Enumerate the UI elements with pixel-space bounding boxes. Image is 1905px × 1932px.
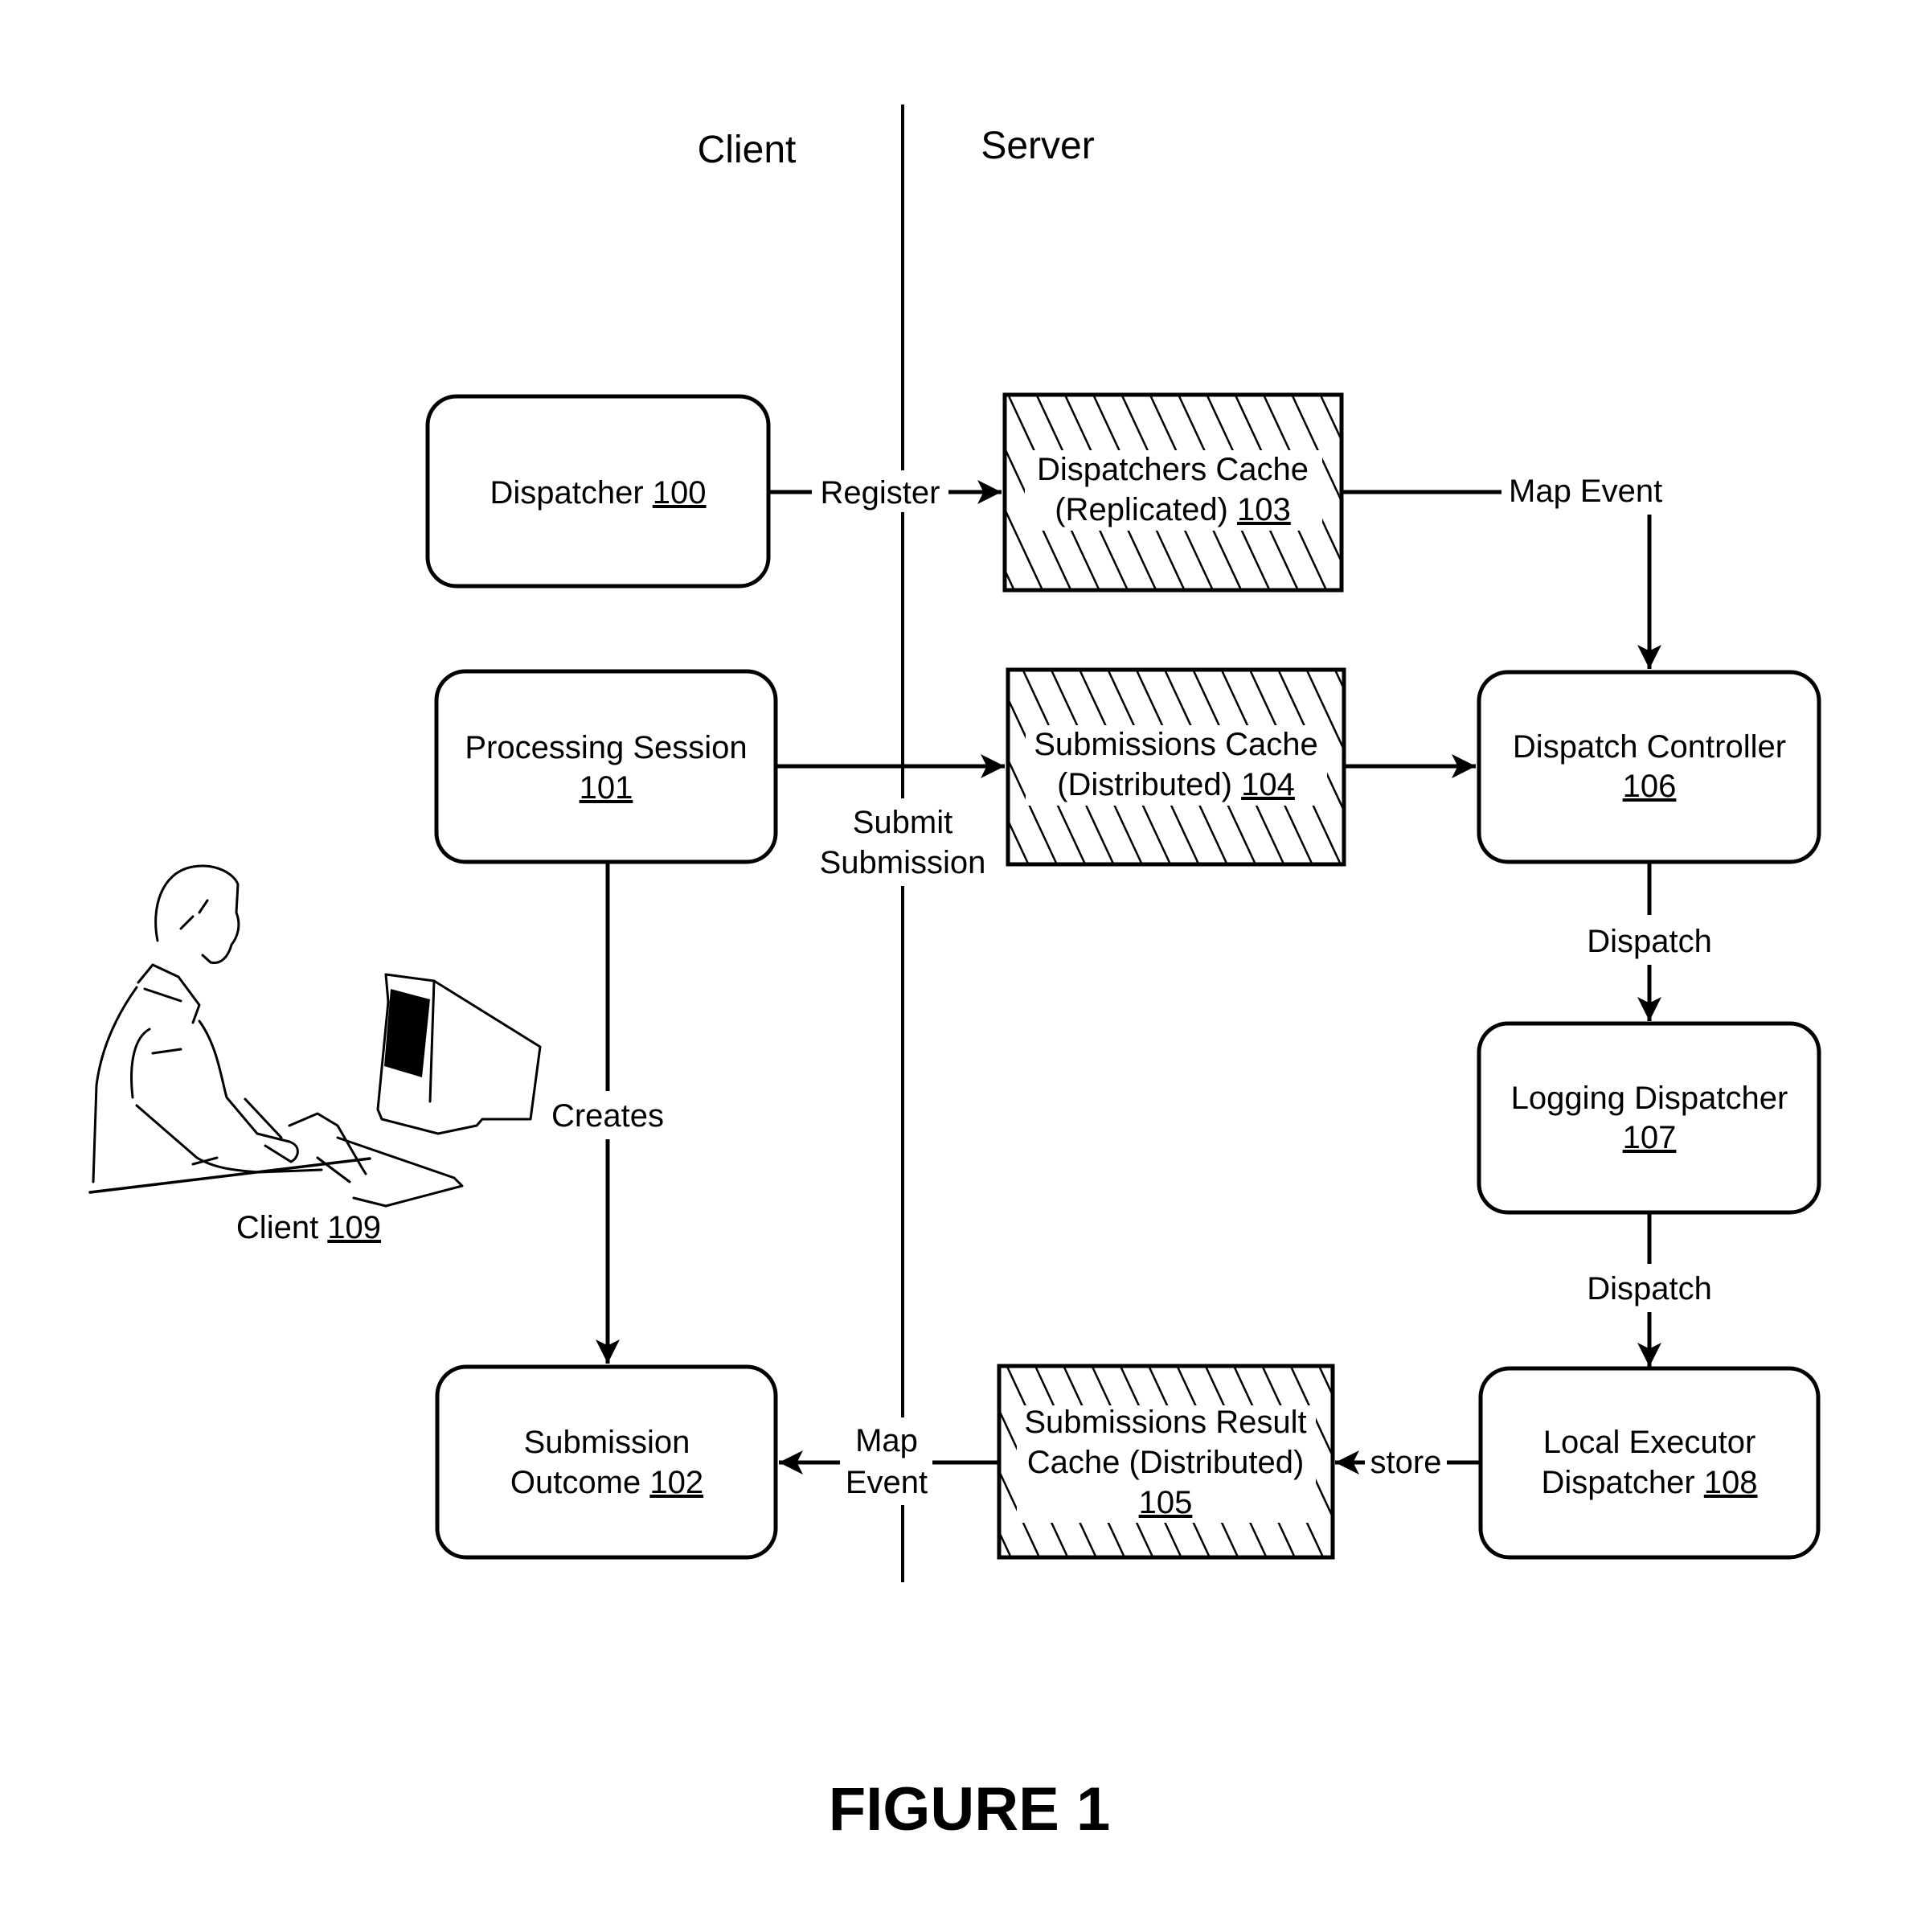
node-logging-dispatcher[interactable]: Logging Dispatcher 107 (1477, 1021, 1821, 1215)
node-dispatch-controller[interactable]: Dispatch Controller 106 (1477, 670, 1821, 864)
node-label: Dispatchers Cache (1037, 452, 1309, 487)
edge-label-dispatch-2: Dispatch (1587, 1271, 1712, 1306)
edge-dispatch-2: Dispatch (1587, 1212, 1712, 1367)
lane-label-client: Client (698, 129, 797, 171)
edge-submit-submission: Submit Submission (776, 754, 1005, 880)
node-ref: 101 (580, 770, 633, 806)
edge-label-register: Register (821, 475, 940, 511)
svg-text:(Distributed) 104: (Distributed) 104 (1057, 767, 1295, 802)
svg-text:Outcome 102: Outcome 102 (510, 1465, 703, 1500)
node-ref: 106 (1623, 769, 1677, 804)
node-ref: 107 (1623, 1120, 1677, 1155)
node-label: Dispatcher (490, 475, 643, 511)
svg-text:Dispatcher 108: Dispatcher 108 (1541, 1465, 1757, 1500)
person-at-computer-icon (88, 864, 542, 1208)
node-label: Local Executor (1543, 1425, 1756, 1460)
node-label: Cache (Distributed) (1027, 1445, 1305, 1480)
edge-label-dispatch-1: Dispatch (1587, 924, 1712, 959)
node-label: Submission (524, 1425, 690, 1460)
edge-label-store: store (1370, 1445, 1442, 1480)
node-ref: 108 (1704, 1465, 1758, 1500)
node-ref: 102 (649, 1465, 703, 1500)
edge-dispatch-1: Dispatch (1587, 862, 1712, 1021)
node-submission-outcome[interactable]: Submission Outcome 102 (435, 1364, 778, 1560)
node-submissions-cache[interactable]: Submissions Cache (Distributed) 104 (1006, 667, 1346, 867)
edge-label-map: Map (855, 1423, 918, 1458)
node-submissions-result-cache[interactable]: Submissions Result Cache (Distributed) 1… (997, 1364, 1335, 1560)
node-label: Processing Session (465, 730, 747, 765)
lane-label-server: Server (981, 125, 1094, 167)
node-ref: 103 (1237, 492, 1291, 527)
edge-map-event-bottom: Map Event (779, 1423, 998, 1500)
monitor-screen-icon (384, 989, 430, 1077)
figure-caption: FIGURE 1 (829, 1775, 1111, 1844)
edge-label-creates: Creates (551, 1098, 664, 1134)
edge-store: store (1335, 1445, 1479, 1480)
edge-map-event-top: Map Event (1342, 474, 1662, 669)
edge-register: Register (768, 475, 1002, 511)
edge-label-event: Event (846, 1465, 928, 1500)
node-dispatchers-cache[interactable]: Dispatchers Cache (Replicated) 103 (1002, 392, 1344, 593)
node-label: Outcome (510, 1465, 641, 1500)
svg-text:Dispatcher 100: Dispatcher 100 (490, 475, 706, 511)
node-processing-session[interactable]: Processing Session 101 (434, 669, 778, 864)
node-local-executor-dispatcher[interactable]: Local Executor Dispatcher 108 (1478, 1366, 1821, 1560)
figure-diagram: Client Server Register Map Event Submit … (88, 105, 1821, 1844)
node-label: (Replicated) (1055, 492, 1228, 527)
node-dispatcher[interactable]: Dispatcher 100 (425, 394, 771, 589)
node-ref: 104 (1241, 767, 1295, 802)
node-ref: 100 (653, 475, 707, 511)
client-actor-label: Client 109 (236, 1210, 381, 1245)
edge-label-submission: Submission (820, 845, 986, 880)
svg-text:(Replicated) 103: (Replicated) 103 (1055, 492, 1291, 527)
node-label: Submissions Result (1024, 1405, 1306, 1440)
edge-label-submit: Submit (853, 805, 953, 840)
node-label: Dispatcher (1541, 1465, 1694, 1500)
node-label: Logging Dispatcher (1511, 1081, 1788, 1116)
node-label: Submissions Cache (1034, 727, 1318, 762)
node-label: (Distributed) (1057, 767, 1232, 802)
node-ref: 105 (1139, 1485, 1193, 1520)
edge-creates: Creates (551, 862, 664, 1364)
edge-label-map-event-top: Map Event (1509, 474, 1662, 509)
node-label: Dispatch Controller (1513, 729, 1786, 765)
